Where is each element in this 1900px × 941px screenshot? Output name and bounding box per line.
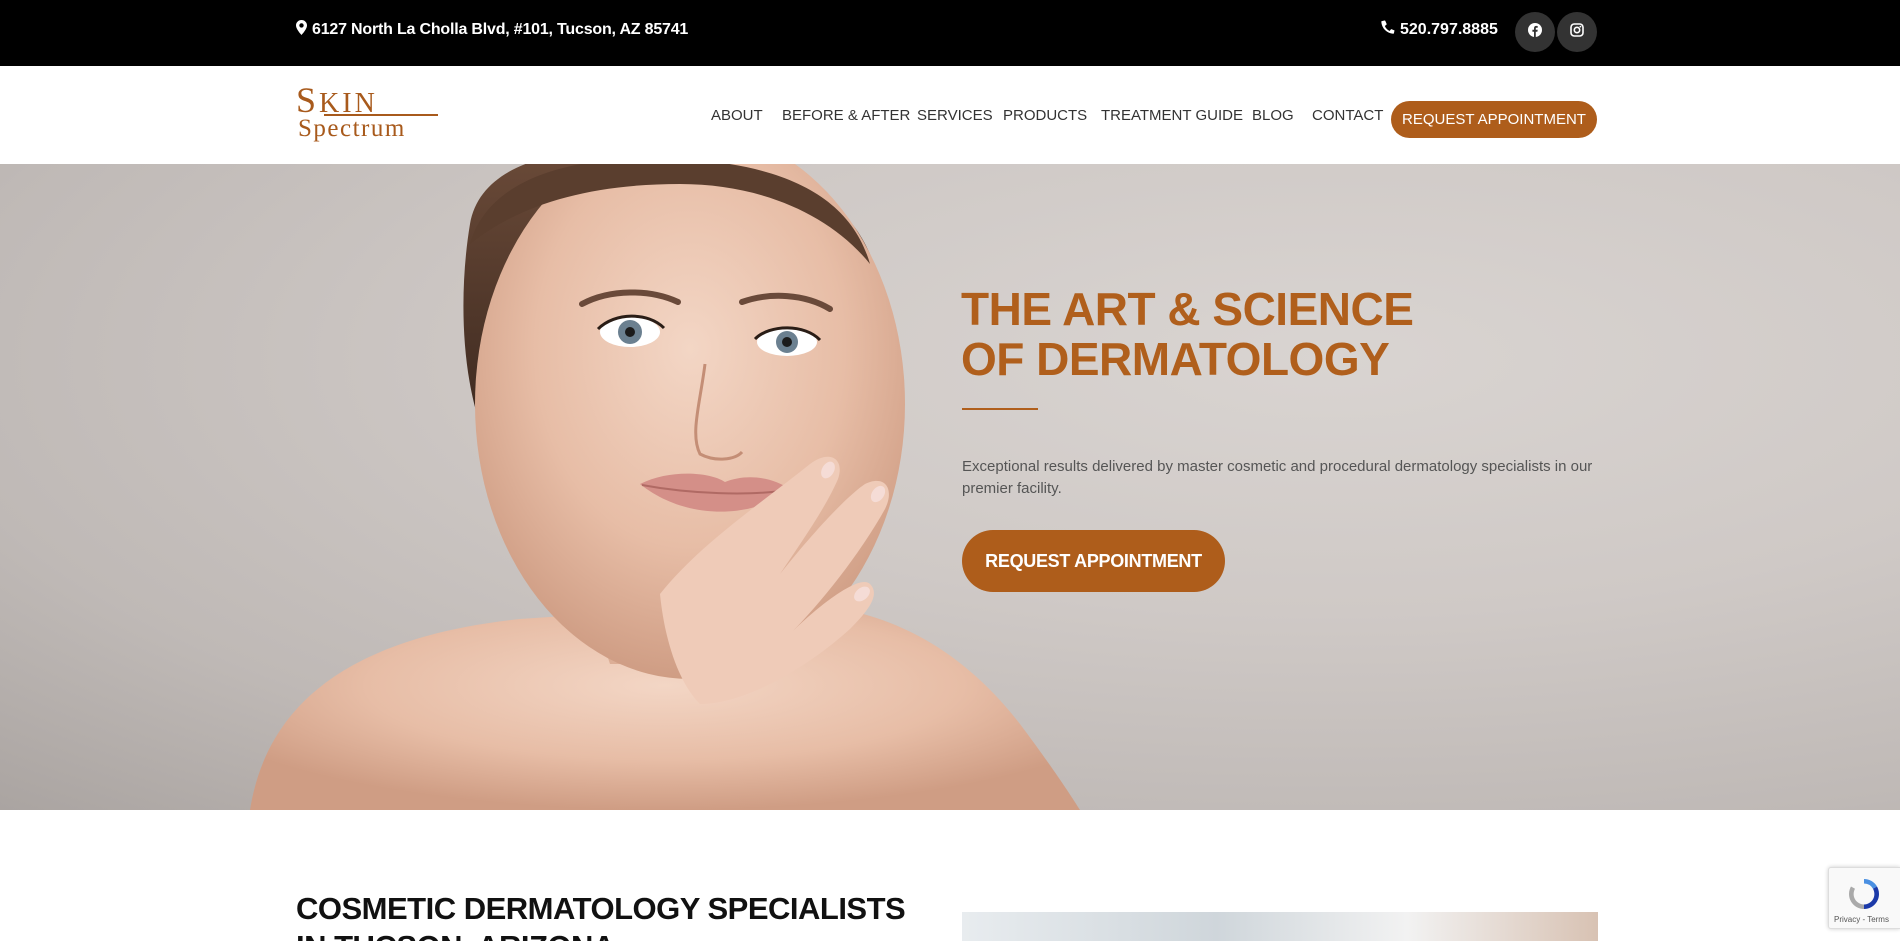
hero-banner: THE ART & SCIENCE OF DERMATOLOGY Excepti…: [0, 164, 1900, 810]
hero-divider: [962, 408, 1038, 410]
hero-title-line2: OF DERMATOLOGY: [961, 333, 1390, 385]
map-marker-icon: [296, 20, 307, 40]
nav-blog[interactable]: BLOG: [1252, 107, 1294, 124]
phone-link[interactable]: 520.797.8885: [1381, 20, 1498, 39]
top-bar: 6127 North La Cholla Blvd, #101, Tucson,…: [0, 0, 1900, 66]
recaptcha-icon: [1846, 876, 1882, 917]
phone-icon: [1381, 20, 1395, 39]
nav-products[interactable]: PRODUCTS: [1003, 107, 1087, 124]
recaptcha-badge[interactable]: Privacy - Terms: [1828, 867, 1900, 929]
site-header: SKIN Spectrum ABOUT BEFORE & AFTER SERVI…: [0, 66, 1900, 164]
intro-image: [962, 912, 1598, 941]
intro-title: COSMETIC DERMATOLOGY SPECIALISTS IN TUCS…: [296, 891, 906, 941]
instagram-icon: [1570, 22, 1584, 42]
phone-number: 520.797.8885: [1400, 20, 1498, 38]
nav-before-after[interactable]: BEFORE & AFTER: [782, 107, 910, 124]
main-nav: ABOUT BEFORE & AFTER SERVICES PRODUCTS T…: [0, 101, 1900, 138]
hero-portrait-image: [250, 164, 1080, 810]
instagram-button[interactable]: [1557, 12, 1597, 52]
request-appointment-nav-button[interactable]: REQUEST APPOINTMENT: [1391, 101, 1597, 138]
address[interactable]: 6127 North La Cholla Blvd, #101, Tucson,…: [296, 20, 688, 40]
hero-title-line1: THE ART & SCIENCE: [961, 283, 1414, 335]
hero-title: THE ART & SCIENCE OF DERMATOLOGY: [961, 284, 1561, 384]
recaptcha-text: Privacy - Terms: [1834, 915, 1889, 924]
facebook-button[interactable]: [1515, 12, 1555, 52]
address-text: 6127 North La Cholla Blvd, #101, Tucson,…: [312, 21, 689, 38]
nav-treatment-guide[interactable]: TREATMENT GUIDE: [1101, 107, 1243, 124]
nav-about[interactable]: ABOUT: [711, 107, 763, 124]
request-appointment-hero-button[interactable]: REQUEST APPOINTMENT: [962, 530, 1225, 592]
nav-services[interactable]: SERVICES: [917, 107, 993, 124]
hero-lead-text: Exceptional results delivered by master …: [962, 458, 1593, 497]
facebook-icon: [1528, 22, 1542, 42]
nav-contact[interactable]: CONTACT: [1312, 107, 1383, 124]
